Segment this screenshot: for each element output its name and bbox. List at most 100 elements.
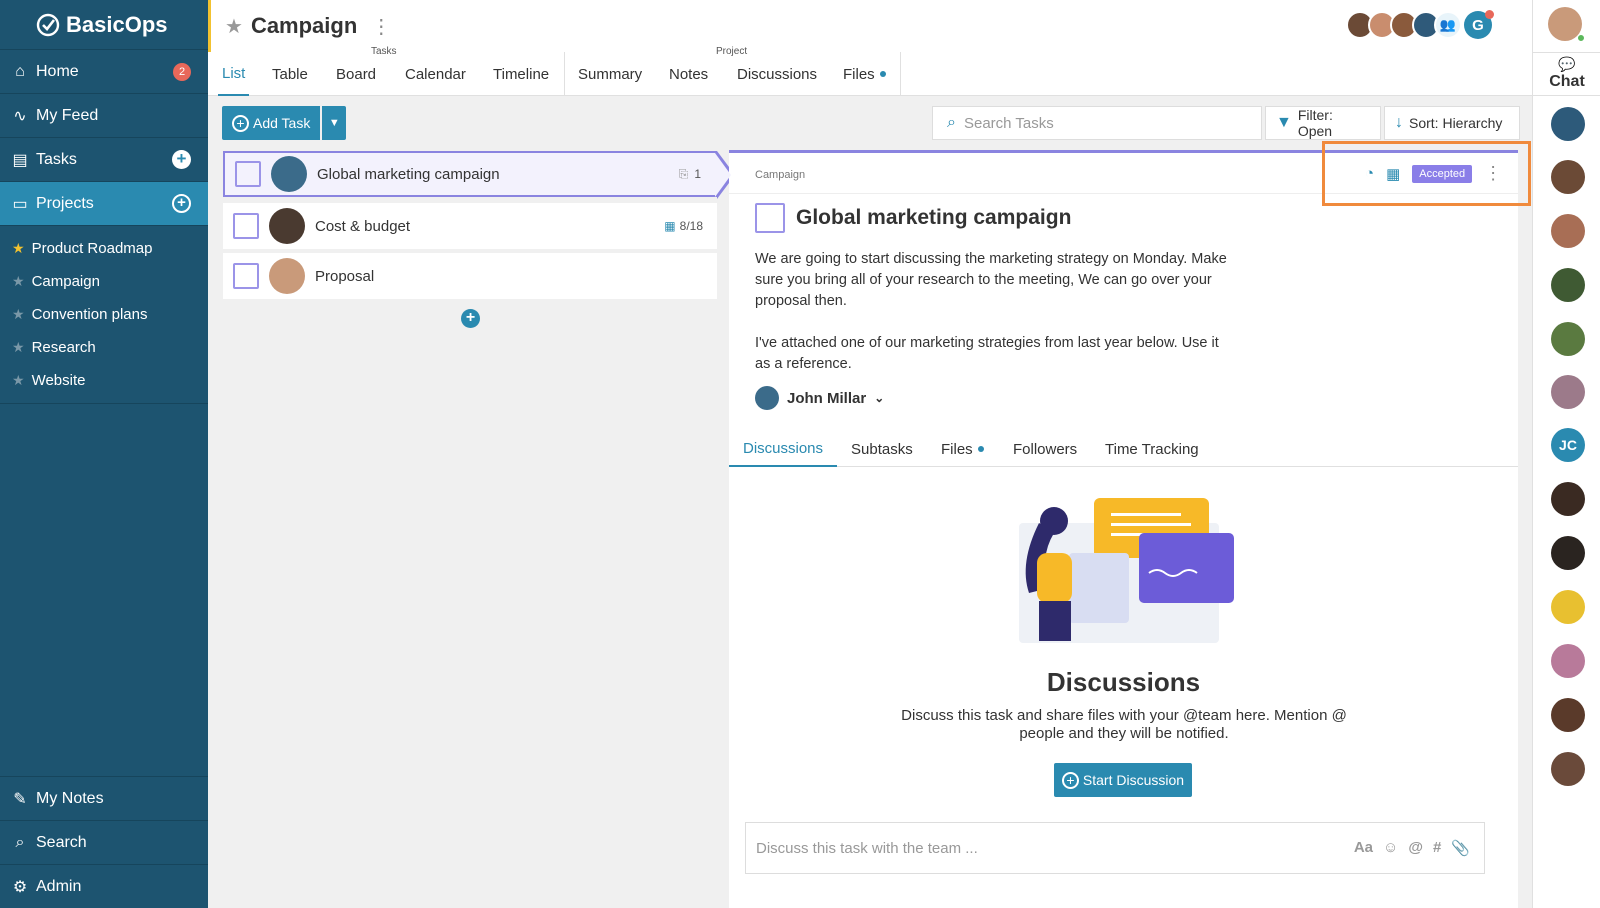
sort-icon: ↓: [1395, 114, 1403, 131]
project-item[interactable]: ★ Website: [0, 364, 208, 397]
hashtag-icon[interactable]: #: [1433, 839, 1441, 857]
contact-avatar[interactable]: [1551, 752, 1585, 786]
nav-projects[interactable]: ▭ Projects +: [0, 182, 208, 226]
team-avatars[interactable]: 👥: [1346, 11, 1462, 39]
nav-feed-label: My Feed: [36, 106, 99, 124]
add-task-plus-icon[interactable]: +: [172, 150, 191, 169]
contact-avatar[interactable]: [1551, 482, 1585, 516]
sidebar-bottom-nav: ✎ My Notes ⌕ Search ⚙ Admin: [0, 776, 208, 908]
attachment-count-value: 1: [694, 167, 701, 181]
emoji-icon[interactable]: ☺: [1383, 839, 1398, 857]
task-complete-checkbox[interactable]: [755, 203, 785, 233]
tab-timeline[interactable]: Timeline: [493, 52, 549, 96]
paperclip-icon[interactable]: 📎: [1451, 839, 1470, 857]
tab-table[interactable]: Table: [272, 52, 308, 96]
add-task-button[interactable]: + Add Task: [222, 106, 321, 140]
assignee-selector[interactable]: John Millar ⌄: [755, 386, 884, 410]
project-item[interactable]: ★ Product Roadmap: [0, 232, 208, 265]
task-row[interactable]: Cost & budget ▦ 8/18: [223, 203, 717, 249]
star-icon[interactable]: ★: [12, 273, 25, 290]
notifications-logo-icon[interactable]: G: [1464, 10, 1494, 39]
chevron-down-icon: ▼: [328, 117, 340, 129]
task-row[interactable]: Global marketing campaign ⎘ 1: [223, 151, 735, 199]
tab-list[interactable]: List: [218, 52, 250, 96]
star-icon[interactable]: ★: [12, 339, 25, 356]
tab-board[interactable]: Board: [336, 52, 376, 96]
project-list: ★ Product Roadmap ★ Campaign ★ Convention p…: [0, 226, 208, 404]
breadcrumb[interactable]: Campaign: [755, 169, 805, 181]
start-discussion-button[interactable]: + Start Discussion: [1054, 763, 1192, 797]
tab-followers[interactable]: Followers: [1013, 431, 1077, 467]
sort-button[interactable]: ↓ Sort: Hierarchy: [1384, 106, 1520, 140]
tab-calendar[interactable]: Calendar: [405, 52, 466, 96]
nav-home[interactable]: ⌂ Home 2: [0, 50, 208, 94]
task-checkbox[interactable]: [233, 213, 259, 239]
contact-avatar[interactable]: [1551, 268, 1585, 302]
nav-search[interactable]: ⌕ Search: [0, 820, 208, 864]
favorite-star-icon[interactable]: ★: [225, 14, 243, 39]
filter-button[interactable]: ▼ Filter: Open: [1265, 106, 1381, 140]
plus-icon: +: [1061, 771, 1079, 789]
project-item[interactable]: ★ Convention plans: [0, 298, 208, 331]
search-input[interactable]: ⌕ Search Tasks: [932, 106, 1262, 140]
due-date-value: 8/18: [679, 219, 703, 233]
contact-avatar[interactable]: [1551, 107, 1585, 141]
description-paragraph: I've attached one of our marketing strat…: [755, 335, 1219, 372]
discussions-illustration: [1019, 498, 1234, 643]
tab-time-tracking[interactable]: Time Tracking: [1105, 431, 1199, 467]
avatar: [269, 258, 305, 294]
contact-avatar[interactable]: [1551, 160, 1585, 194]
chat-toggle[interactable]: 💬 Chat: [1533, 52, 1600, 96]
app-logo[interactable]: BasicOps: [0, 0, 208, 50]
star-icon[interactable]: ★: [12, 240, 25, 257]
task-row[interactable]: Proposal: [223, 253, 717, 299]
contact-avatar[interactable]: [1551, 644, 1585, 678]
star-icon[interactable]: ★: [12, 306, 25, 323]
more-options-icon[interactable]: ⋮: [371, 14, 391, 39]
task-detail-panel: Campaign ◔ ▦ Accepted ⋮ Global marketing…: [729, 150, 1518, 908]
task-checkbox[interactable]: [235, 161, 261, 187]
nav-admin-label: Admin: [36, 877, 82, 895]
contact-avatar-initials[interactable]: JC: [1551, 428, 1585, 462]
task-description[interactable]: We are going to start discussing the mar…: [755, 249, 1235, 396]
contact-avatar[interactable]: [1551, 375, 1585, 409]
tab-notes[interactable]: Notes: [669, 52, 708, 96]
nav-admin[interactable]: ⚙ Admin: [0, 864, 208, 908]
contact-avatar[interactable]: [1551, 698, 1585, 732]
contact-avatar[interactable]: [1551, 536, 1585, 570]
tab-discussions[interactable]: Discussions: [729, 431, 838, 467]
add-task-label: Add Task: [253, 115, 311, 131]
description-paragraph: We are going to start discussing the mar…: [755, 251, 1227, 309]
nav-my-feed[interactable]: ∿ My Feed: [0, 94, 208, 138]
contact-avatar[interactable]: [1551, 214, 1585, 248]
nav-tasks[interactable]: ▤ Tasks +: [0, 138, 208, 182]
tab-files[interactable]: Files: [941, 431, 984, 467]
mention-icon[interactable]: @: [1408, 839, 1423, 857]
sort-label: Sort: Hierarchy: [1409, 115, 1503, 131]
tab-discussions[interactable]: Discussions: [737, 52, 817, 96]
project-item[interactable]: ★ Research: [0, 331, 208, 364]
contact-avatar[interactable]: [1551, 590, 1585, 624]
add-task-inline-button[interactable]: +: [461, 309, 480, 328]
add-project-plus-icon[interactable]: +: [172, 194, 191, 213]
due-date: ▦ 8/18: [664, 219, 703, 233]
discussion-input[interactable]: Discuss this task with the team ... Aa ☺…: [745, 822, 1485, 874]
empty-state-title: Discussions: [1046, 667, 1201, 697]
plus-icon: +: [232, 114, 249, 132]
task-title[interactable]: Global marketing campaign: [796, 206, 1071, 230]
contact-avatar[interactable]: [1551, 322, 1585, 356]
text-format-icon[interactable]: Aa: [1354, 839, 1373, 857]
clipboard-icon: ▤: [12, 151, 28, 169]
add-task-dropdown[interactable]: ▼: [322, 106, 347, 140]
task-checkbox[interactable]: [233, 263, 259, 289]
nav-search-label: Search: [36, 833, 87, 851]
team-icon[interactable]: 👥: [1434, 11, 1462, 39]
tab-subtasks[interactable]: Subtasks: [851, 431, 913, 467]
tab-summary[interactable]: Summary: [578, 52, 642, 96]
star-icon[interactable]: ★: [12, 372, 25, 389]
tab-files[interactable]: Files: [843, 52, 886, 96]
page-title: Campaign: [250, 13, 358, 38]
paperclip-icon: ⎘: [678, 166, 689, 181]
nav-my-notes[interactable]: ✎ My Notes: [0, 776, 208, 820]
project-item[interactable]: ★ Campaign: [0, 265, 208, 298]
